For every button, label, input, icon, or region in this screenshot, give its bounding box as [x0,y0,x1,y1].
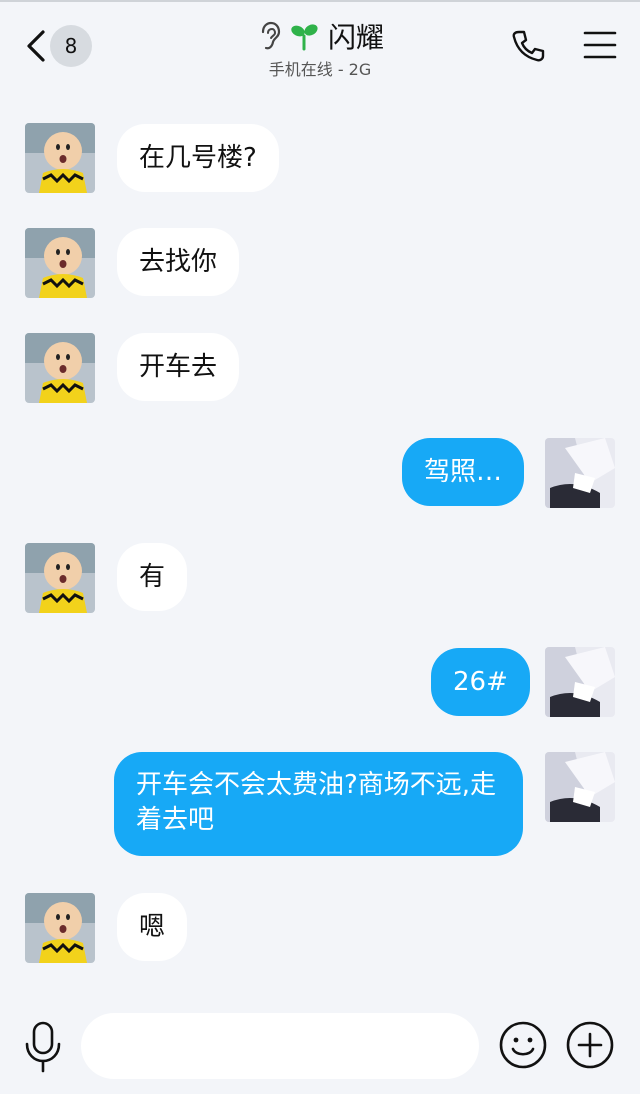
message-bubble-outgoing[interactable]: 26# [431,648,530,716]
message-bubble-outgoing[interactable]: 开车会不会太费油?商场不远,走着去吧 [114,752,523,856]
message-bubble-incoming[interactable]: 嗯 [117,893,188,961]
chat-header: 8 闪耀 手机在线 - 2G [0,0,640,92]
cartoon-boy-avatar [25,543,95,613]
cartoon-boy-avatar [25,893,95,963]
microphone-icon [25,1021,61,1073]
self-avatar[interactable] [545,752,615,822]
message-bubble-incoming[interactable]: 去找你 [117,228,240,296]
voice-button[interactable] [22,1020,64,1074]
chat-title: 闪耀 [327,21,384,54]
phone-icon [512,30,545,62]
plus-circle-icon [566,1021,614,1069]
menu-button[interactable] [582,29,622,63]
contact-avatar[interactable] [25,543,95,613]
ear-icon [261,21,281,50]
self-avatar[interactable] [545,647,615,717]
smiley-icon [499,1021,547,1069]
anime-sleeve-avatar [545,438,615,508]
sprout-icon [291,24,318,51]
contact-avatar[interactable] [25,333,95,403]
call-button[interactable] [510,28,550,64]
cartoon-boy-avatar [25,228,95,298]
cartoon-boy-avatar [25,123,95,193]
contact-avatar[interactable] [25,228,95,298]
menu-icon [583,31,617,59]
more-button[interactable] [565,1020,615,1070]
input-bar [0,1000,640,1094]
message-input[interactable] [81,1013,479,1079]
message-bubble-incoming[interactable]: 有 [117,543,188,611]
message-bubble-outgoing[interactable]: 驾照… [402,438,525,506]
contact-avatar[interactable] [25,123,95,193]
anime-sleeve-avatar [545,647,615,717]
message-bubble-incoming[interactable]: 在几号楼? [117,124,279,192]
contact-avatar[interactable] [25,893,95,963]
self-avatar[interactable] [545,438,615,508]
cartoon-boy-avatar [25,333,95,403]
anime-sleeve-avatar [545,752,615,822]
message-bubble-incoming[interactable]: 开车去 [117,333,240,401]
emoji-button[interactable] [498,1020,548,1070]
